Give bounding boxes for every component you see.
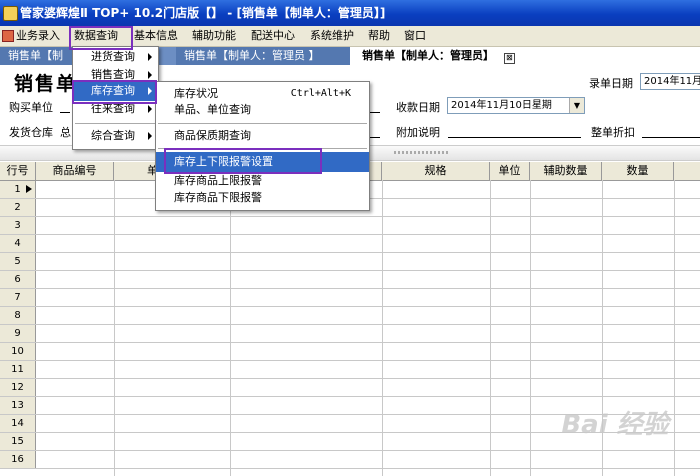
- chevron-right-icon: [148, 71, 152, 79]
- row-number: 7: [0, 289, 36, 306]
- warehouse-label: 发货仓库: [9, 126, 53, 139]
- chevron-right-icon: [148, 87, 152, 95]
- buyer-field[interactable]: [60, 98, 70, 113]
- tab-active-label: 销售单【制单人：管理员】: [362, 49, 494, 62]
- row-number: 4: [0, 235, 36, 252]
- entry-date-field[interactable]: 2014年11月: [640, 73, 700, 90]
- row-number: 2: [0, 199, 36, 216]
- current-row-icon: [26, 185, 32, 193]
- attached-note-label: 附加说明: [396, 126, 440, 139]
- receipt-date-value: 2014年11月10日星期: [451, 100, 552, 111]
- col-header-unit[interactable]: 单位: [490, 162, 530, 180]
- table-row[interactable]: 10: [0, 343, 700, 361]
- receipt-date-label: 收款日期: [396, 101, 440, 114]
- menu-separator: [75, 123, 156, 124]
- menu-item-stock-query[interactable]: 库存查询: [73, 81, 158, 101]
- menu-item-stock-limit-settings[interactable]: 库存上下限报警设置: [156, 152, 369, 172]
- menu-item-account-query[interactable]: 往来查询: [73, 99, 158, 119]
- table-row[interactable]: 9: [0, 325, 700, 343]
- menu-business-entry[interactable]: 业务录入: [12, 26, 64, 46]
- title-bar: 管家婆辉煌Ⅱ TOP+ 10.2门店版【】 - [销售单【制单人：管理员】]: [0, 0, 700, 26]
- data-query-menu: 进货查询 销售查询 库存查询 往来查询 综合查询: [72, 46, 159, 150]
- col-header-row-no[interactable]: 行号: [0, 162, 36, 180]
- col-header-qty[interactable]: 数量: [602, 162, 674, 180]
- table-row[interactable]: 8: [0, 307, 700, 325]
- app-icon: [3, 6, 18, 21]
- warehouse-value[interactable]: 总: [60, 124, 71, 140]
- menu-system[interactable]: 系统维护: [306, 26, 358, 46]
- table-row[interactable]: 7: [0, 289, 700, 307]
- stock-query-submenu: 库存状况 Ctrl+Alt+K 单品、单位查询 商品保质期查询 库存上下限报警设…: [155, 81, 370, 211]
- row-number: 6: [0, 271, 36, 288]
- menu-item-purchase-query[interactable]: 进货查询: [73, 47, 158, 67]
- table-row[interactable]: 5: [0, 253, 700, 271]
- close-icon[interactable]: ⊠: [503, 53, 515, 64]
- table-row[interactable]: 3: [0, 217, 700, 235]
- menu-item-single-unit-query[interactable]: 单品、单位查询: [156, 100, 369, 120]
- menu-help[interactable]: 帮助: [364, 26, 394, 46]
- table-row[interactable]: 16: [0, 451, 700, 469]
- row-number: 5: [0, 253, 36, 270]
- menu-auxiliary[interactable]: 辅助功能: [188, 26, 240, 46]
- table-row[interactable]: 12: [0, 379, 700, 397]
- discount-label: 整单折扣: [591, 126, 635, 139]
- row-number: 16: [0, 451, 36, 468]
- chevron-down-icon[interactable]: ▼: [569, 98, 584, 113]
- chevron-right-icon: [148, 132, 152, 140]
- row-number: 1: [0, 181, 36, 198]
- menu-separator: [158, 123, 367, 124]
- table-row[interactable]: 6: [0, 271, 700, 289]
- entry-date-label: 录单日期: [589, 77, 633, 90]
- tab-sales-order-2[interactable]: 销售单【制单人：管理员 】: [176, 47, 359, 65]
- col-header-product-code[interactable]: 商品编号: [36, 162, 114, 180]
- row-number: 11: [0, 361, 36, 378]
- row-number: 8: [0, 307, 36, 324]
- row-number: 9: [0, 325, 36, 342]
- chevron-right-icon: [148, 105, 152, 113]
- chevron-right-icon: [148, 53, 152, 61]
- watermark: Bai 经验: [561, 410, 669, 440]
- row-number: 14: [0, 415, 36, 432]
- row-number: 15: [0, 433, 36, 450]
- row-number: 3: [0, 217, 36, 234]
- receipt-date-select[interactable]: 2014年11月10日星期 ▼: [447, 97, 585, 114]
- menu-distribution[interactable]: 配送中心: [247, 26, 299, 46]
- menu-item-shelf-life-query[interactable]: 商品保质期查询: [156, 126, 369, 146]
- page-title: 销售单: [14, 73, 78, 95]
- menu-data-query[interactable]: 数据查询: [70, 26, 122, 46]
- table-row[interactable]: 11: [0, 361, 700, 379]
- col-header-aux-qty[interactable]: 辅助数量: [530, 162, 602, 180]
- table-row[interactable]: 4: [0, 235, 700, 253]
- buyer-label: 购买单位: [9, 101, 53, 114]
- menu-item-comprehensive-query[interactable]: 综合查询: [73, 126, 158, 146]
- tab-sales-order-active[interactable]: 销售单【制单人：管理员】 ⊠: [350, 47, 700, 65]
- menu-separator: [158, 148, 367, 149]
- menu-window[interactable]: 窗口: [400, 26, 430, 46]
- row-number: 12: [0, 379, 36, 396]
- discount-field[interactable]: [642, 123, 700, 138]
- splitter-grip[interactable]: [394, 151, 450, 154]
- col-header-spec[interactable]: 规格: [382, 162, 490, 180]
- menu-basic-info[interactable]: 基本信息: [130, 26, 182, 46]
- window-title: 管家婆辉煌Ⅱ TOP+ 10.2门店版【】 - [销售单【制单人：管理员】]: [20, 6, 386, 20]
- menu-item-lower-limit-alarm[interactable]: 库存商品下限报警: [156, 188, 369, 208]
- menu-bar: 业务录入 数据查询 基本信息 辅助功能 配送中心 系统维护 帮助 窗口: [0, 26, 700, 47]
- attached-note-field[interactable]: [448, 123, 581, 138]
- row-number: 10: [0, 343, 36, 360]
- row-number: 13: [0, 397, 36, 414]
